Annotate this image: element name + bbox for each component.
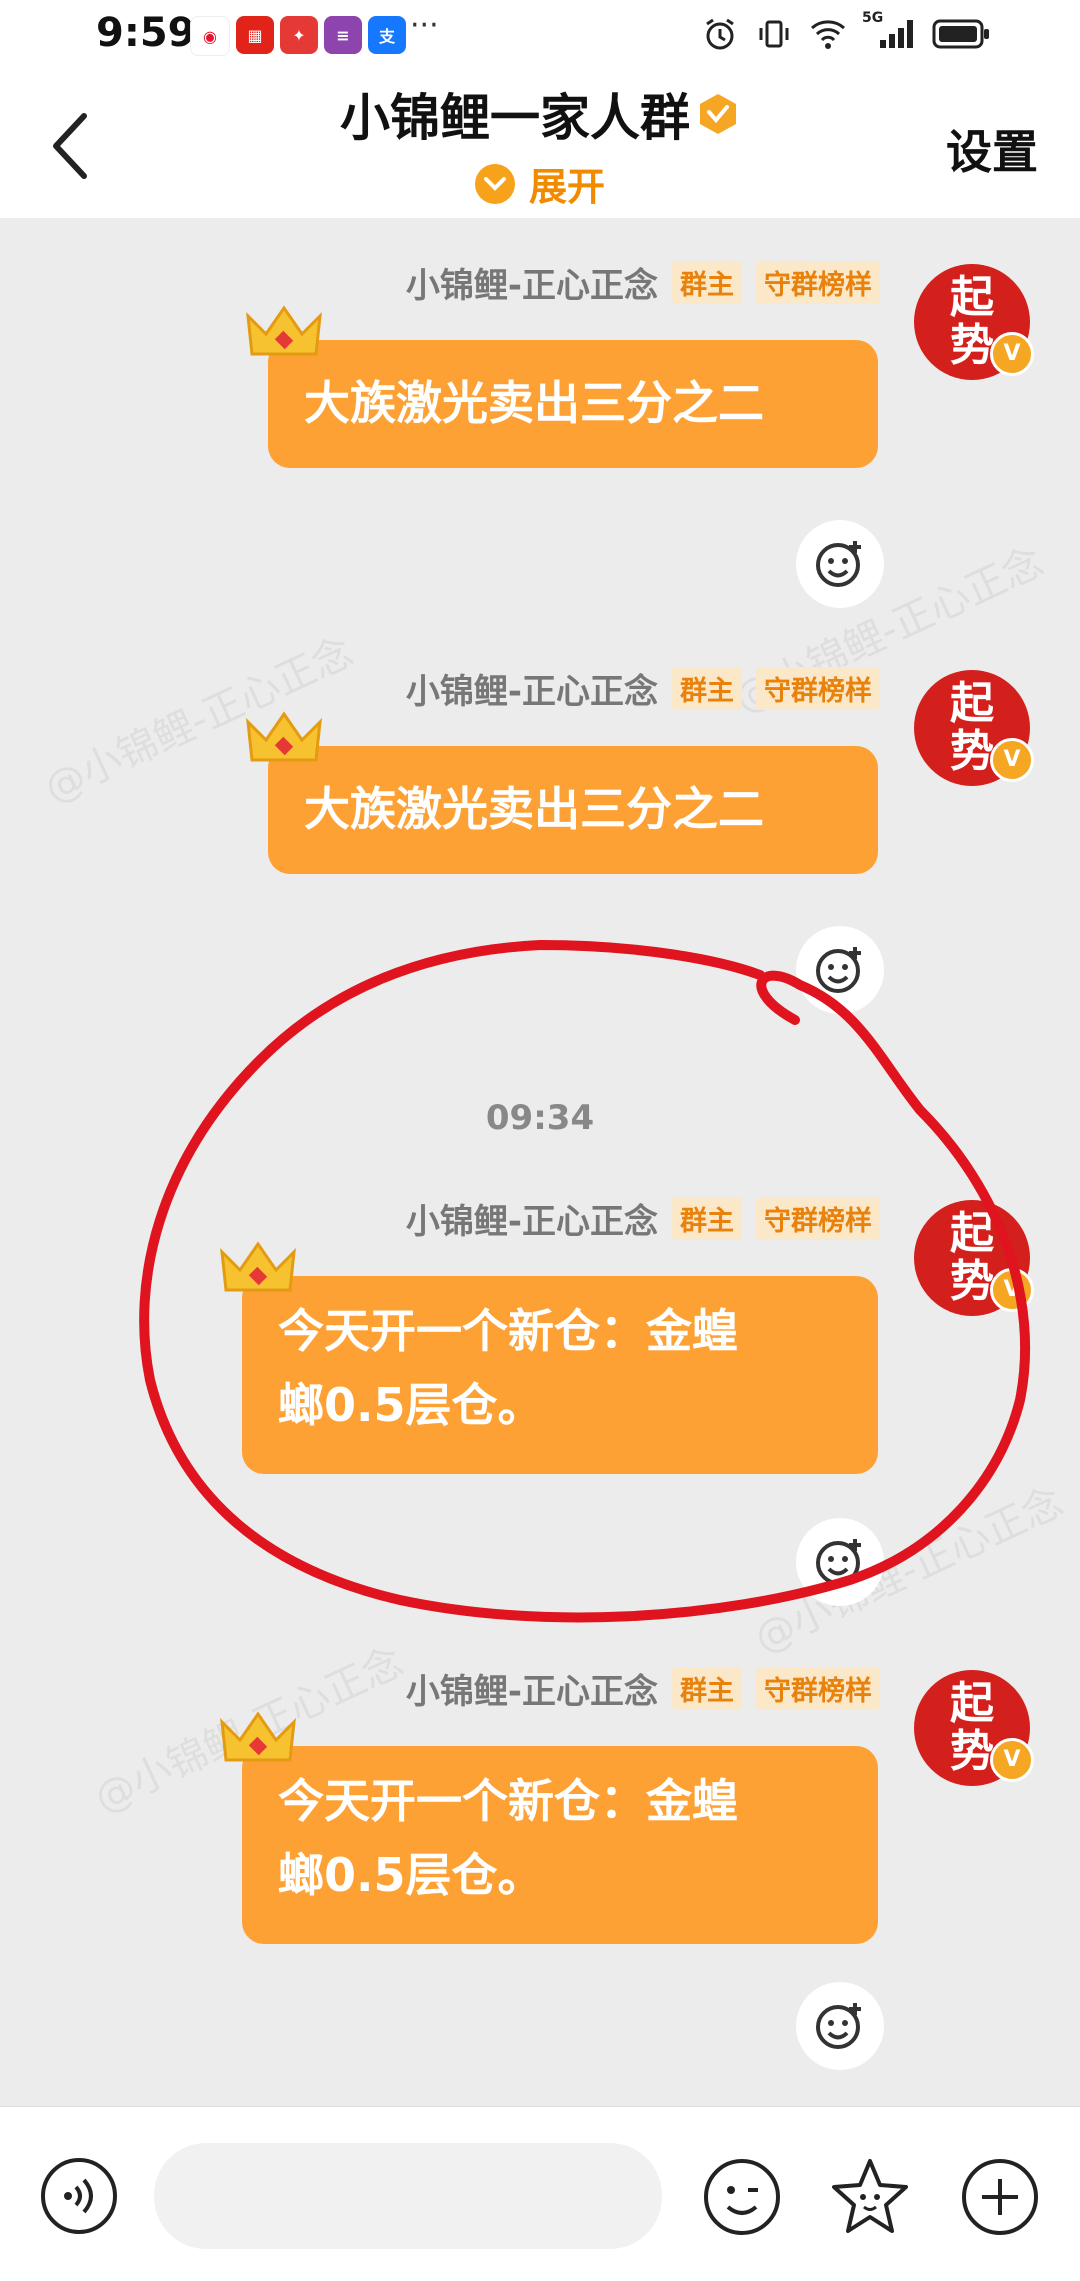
emoji-add-icon — [816, 1539, 861, 1585]
sina-news-icon: ▦ — [236, 16, 274, 54]
sender-name: 小锦鲤-正心正念 — [405, 672, 658, 712]
sender-row: 小锦鲤-正心正念 群主 守群榜样 — [406, 664, 880, 713]
group-title[interactable]: 小锦鲤一家人群 — [340, 78, 740, 150]
input-bar — [0, 2106, 1080, 2281]
sticker-icon — [832, 2159, 908, 2233]
crown-icon — [246, 711, 322, 762]
owner-badge: 群主 — [672, 1197, 742, 1240]
voice-button[interactable] — [38, 2155, 120, 2237]
crown-icon — [246, 305, 322, 356]
message-bubble[interactable]: 今天开一个新仓：金蝗 螂0.5层仓。 — [242, 1746, 878, 1944]
shenmo-icon: ≡ — [324, 16, 362, 54]
alarm-icon — [700, 14, 740, 54]
wifi-icon — [808, 14, 848, 54]
message-input[interactable] — [154, 2143, 662, 2249]
vibrate-icon — [754, 14, 794, 54]
avatar-char: 起 — [950, 1208, 994, 1259]
chevron-down-icon — [474, 163, 515, 204]
reaction-button[interactable] — [796, 520, 884, 608]
reaction-button[interactable] — [796, 926, 884, 1014]
avatar-char: 起 — [950, 272, 994, 323]
settings-button[interactable]: 设置 — [946, 116, 1038, 182]
role-badge: 守群榜样 — [756, 667, 880, 710]
title-wrap: 小锦鲤一家人群 — [0, 78, 1080, 150]
avatar-char: 势 — [950, 1726, 994, 1777]
message-bubble[interactable]: 大族激光卖出三分之二 — [268, 746, 878, 874]
expand-label: 展开 — [528, 165, 605, 209]
reaction-button[interactable] — [796, 1518, 884, 1606]
avatar[interactable]: 起 势 V — [914, 264, 1034, 380]
role-badge: 守群榜样 — [756, 1667, 880, 1710]
chat-area[interactable]: @小锦鲤-正心正念 @小锦鲤-正心正念 @小锦鲤-正心正念 @小锦鲤-正心正念 … — [0, 218, 1080, 2106]
watermark: @小锦鲤-正心正念 — [747, 1479, 1071, 1663]
sender-name: 小锦鲤-正心正念 — [405, 1672, 658, 1712]
status-app-icons: ◉ ▦ ✦ ≡ 支 — [190, 16, 406, 56]
owner-badge: 群主 — [672, 261, 742, 304]
verified-v-icon: V — [990, 1738, 1034, 1782]
verified-v-icon: V — [990, 332, 1034, 376]
crown-icon — [220, 1241, 296, 1292]
alipay-icon: 支 — [368, 16, 406, 54]
avatar[interactable]: 起 势 V — [914, 1670, 1034, 1786]
plus-icon — [962, 2159, 1038, 2235]
emoji-icon — [704, 2159, 780, 2235]
more-notifications-icon: ··· — [410, 8, 439, 43]
avatar[interactable]: 起 势 V — [914, 1200, 1034, 1316]
voice-icon — [41, 2158, 117, 2234]
emoji-add-icon — [816, 947, 861, 993]
avatar-char: 势 — [950, 726, 994, 777]
expand-button[interactable]: 展开 — [0, 156, 1080, 211]
status-right-icons: 5G — [700, 10, 992, 54]
avatar-char: 势 — [950, 320, 994, 371]
owner-badge: 群主 — [672, 1667, 742, 1710]
verified-v-icon: V — [990, 738, 1034, 782]
sticker-button[interactable] — [828, 2155, 912, 2239]
role-badge: 守群榜样 — [756, 1197, 880, 1240]
sender-row: 小锦鲤-正心正念 群主 守群榜样 — [406, 1194, 880, 1243]
sender-row: 小锦鲤-正心正念 群主 守群榜样 — [406, 1664, 880, 1713]
network-label: 5G — [862, 10, 884, 26]
status-bar: 9:59 ◉ ▦ ✦ ≡ 支 ··· 5G — [0, 0, 1080, 72]
message-line: 今天开一个新仓：金蝗 — [278, 1774, 738, 1828]
message-bubble[interactable]: 今天开一个新仓：金蝗 螂0.5层仓。 — [242, 1276, 878, 1474]
status-time: 9:59 — [96, 10, 196, 56]
signal-5g-icon: 5G — [862, 10, 918, 54]
avatar-char: 起 — [950, 678, 994, 729]
message-timestamp: 09:34 — [485, 1098, 595, 1138]
avatar-char: 起 — [950, 1678, 994, 1729]
sender-name: 小锦鲤-正心正念 — [405, 266, 658, 306]
message-bubble[interactable]: 大族激光卖出三分之二 — [268, 340, 878, 468]
more-button[interactable] — [958, 2155, 1042, 2239]
group-title-text: 小锦鲤一家人群 — [340, 89, 690, 147]
role-badge: 守群榜样 — [756, 261, 880, 304]
app-red-icon: ✦ — [280, 16, 318, 54]
sender-name: 小锦鲤-正心正念 — [405, 1202, 658, 1242]
chat-header: 小锦鲤一家人群 展开 设置 — [0, 72, 1080, 219]
message-line: 今天开一个新仓：金蝗 — [278, 1304, 738, 1358]
crown-icon — [220, 1711, 296, 1762]
verified-badge-icon — [700, 94, 736, 134]
weibo-icon: ◉ — [190, 16, 230, 56]
emoji-add-icon — [816, 541, 861, 587]
reaction-button[interactable] — [796, 1982, 884, 2070]
verified-v-icon: V — [990, 1268, 1034, 1312]
avatar-char: 势 — [950, 1256, 994, 1307]
message-line: 螂0.5层仓。 — [278, 1378, 544, 1432]
message-line: 螂0.5层仓。 — [278, 1848, 544, 1902]
emoji-add-icon — [816, 2003, 861, 2049]
emoji-button[interactable] — [700, 2155, 784, 2239]
owner-badge: 群主 — [672, 667, 742, 710]
sender-row: 小锦鲤-正心正念 群主 守群榜样 — [406, 258, 880, 307]
avatar[interactable]: 起 势 V — [914, 670, 1034, 786]
battery-icon — [932, 14, 992, 54]
